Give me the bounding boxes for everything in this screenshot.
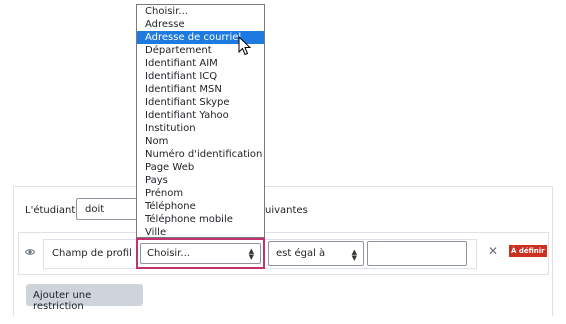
following-conditions-text: uivantes	[265, 205, 308, 216]
dropdown-option[interactable]: Ville	[137, 226, 264, 239]
dropdown-option[interactable]: Identifiant Yahoo	[137, 109, 264, 122]
dropdown-option[interactable]: Identifiant MSN	[137, 83, 264, 96]
must-select-value: doit	[85, 204, 105, 215]
dropdown-option[interactable]: Identifiant Skype	[137, 96, 264, 109]
dropdown-option[interactable]: Adresse	[137, 18, 264, 31]
dropdown-option[interactable]: Téléphone mobile	[137, 213, 264, 226]
add-restriction-button[interactable]: Ajouter une restriction	[26, 284, 143, 312]
dropdown-option[interactable]: Pays	[137, 174, 264, 187]
profile-field-label: Champ de profil	[52, 248, 132, 259]
must-select[interactable]: doit	[76, 198, 138, 220]
select-arrows-icon: ▲ ▼	[351, 248, 357, 262]
operator-select-value: est égal à	[276, 248, 326, 259]
value-input[interactable]	[367, 241, 467, 266]
dropdown-option[interactable]: Identifiant ICQ	[137, 70, 264, 83]
select-arrows-icon: ▲ ▼	[248, 247, 254, 261]
close-icon[interactable]: ✕	[488, 244, 498, 258]
dropdown-option[interactable]: Institution	[137, 122, 264, 135]
operator-select[interactable]: est égal à ▲ ▼	[268, 241, 364, 266]
dropdown-option[interactable]: Page Web	[137, 161, 264, 174]
dropdown-option[interactable]: Numéro d'identification	[137, 148, 264, 161]
undefined-badge: À définir	[509, 245, 547, 257]
profile-field-select-value: Choisir...	[147, 248, 190, 259]
dropdown-option[interactable]: Nom	[137, 135, 264, 148]
profile-field-select[interactable]: Choisir... ▲ ▼	[136, 238, 265, 269]
student-label: L'étudiant	[25, 205, 76, 216]
mouse-cursor-icon	[238, 35, 252, 59]
dropdown-option[interactable]: Téléphone	[137, 200, 264, 213]
eye-icon[interactable]	[24, 248, 36, 259]
dropdown-option[interactable]: Prénom	[137, 187, 264, 200]
dropdown-option[interactable]: Choisir...	[137, 5, 264, 18]
